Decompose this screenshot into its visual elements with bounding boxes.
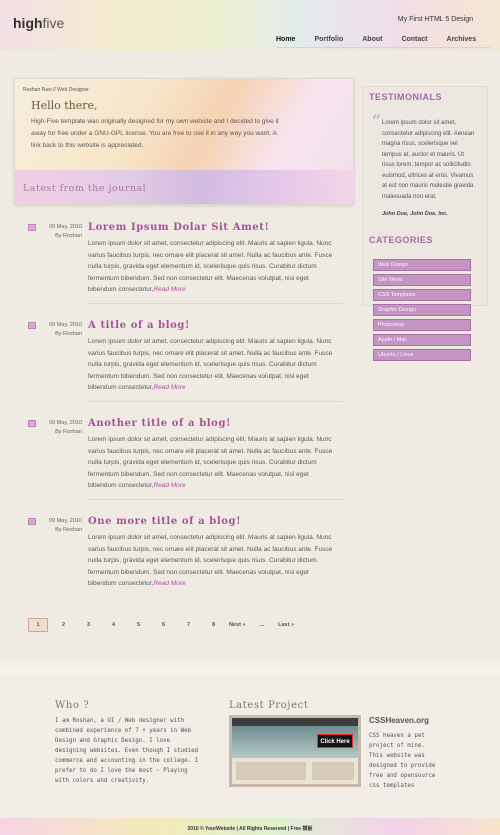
page-ellipsis: ... bbox=[259, 622, 265, 628]
project-name[interactable]: CSSHeaven.org bbox=[369, 716, 429, 725]
logo-light-text: five bbox=[42, 15, 65, 31]
category-link[interactable]: Apple / Mac bbox=[373, 334, 471, 346]
categories-heading: CATEGORIES bbox=[369, 235, 433, 245]
thumbnail-click-button: Click Here bbox=[317, 734, 353, 748]
nav-archives[interactable]: Archives bbox=[447, 36, 477, 43]
footer-wave-decoration bbox=[0, 656, 500, 682]
read-more-link[interactable]: Read More bbox=[153, 384, 185, 391]
post-title[interactable]: Another title of a blog! bbox=[88, 418, 231, 429]
nav-home[interactable]: Home bbox=[276, 36, 295, 43]
main-nav: Home Portfolio About Contact Archives bbox=[276, 36, 495, 43]
post-body-text: Lorem ipsum dolor sit amet, consectetur … bbox=[88, 338, 333, 392]
post-divider bbox=[88, 401, 343, 402]
page-link[interactable]: 8 bbox=[204, 622, 223, 628]
page-last[interactable]: Last » bbox=[278, 622, 294, 628]
post-divider bbox=[88, 499, 343, 500]
post-body-text: Lorem ipsum dolor sit amet, consectetur … bbox=[88, 240, 333, 294]
read-more-link[interactable]: Read More bbox=[153, 286, 185, 293]
post-author: By Roshan bbox=[55, 527, 82, 533]
thumbnail-content-block bbox=[312, 762, 354, 780]
post-divider bbox=[88, 303, 343, 304]
post-title[interactable]: Lorem Ipsum Dolar Sit Amet! bbox=[88, 222, 269, 233]
category-link[interactable]: Graphic Design bbox=[373, 304, 471, 316]
page-link[interactable]: 2 bbox=[54, 622, 73, 628]
who-heading: Who ? bbox=[55, 700, 90, 711]
page-current[interactable]: 1 bbox=[28, 618, 48, 632]
copyright: 2010 © YourWebsite | All Rights Reserved… bbox=[187, 826, 313, 832]
post-date: 09 May, 2010 bbox=[49, 322, 82, 328]
who-text: I am Roshan, a UI / Web designer with co… bbox=[55, 718, 199, 784]
post-body-text: Lorem ipsum dolor sit amet, consectetur … bbox=[88, 534, 333, 588]
post-excerpt: Lorem ipsum dolor sit amet, consectetur … bbox=[88, 238, 338, 296]
hero-banner: Roshan Ravi // Web Designer Hello there,… bbox=[14, 78, 355, 205]
site-header: highfive My First HTML 5 Design Home Por… bbox=[0, 0, 500, 50]
testimonials-heading: TESTIMONIALS bbox=[369, 92, 442, 102]
category-link[interactable]: Photoshop bbox=[373, 319, 471, 331]
post-excerpt: Lorem ipsum dolor sit amet, consectetur … bbox=[88, 532, 338, 590]
post-body-text: Lorem ipsum dolor sit amet, consectetur … bbox=[88, 436, 333, 490]
thumbnail-content-block bbox=[236, 762, 306, 780]
testimonial-author: John Doe, John Doe, Inc. bbox=[382, 211, 448, 217]
post-date: 09 May, 2010 bbox=[49, 518, 82, 524]
page-link[interactable]: 3 bbox=[79, 622, 98, 628]
latest-project-heading: Latest Project bbox=[229, 700, 309, 711]
page-link[interactable]: 4 bbox=[104, 622, 123, 628]
testimonial-text: Lorem ipsum dolor sit amet, consectetur … bbox=[382, 120, 475, 200]
category-link[interactable]: Web Design bbox=[373, 259, 471, 271]
project-description: CSS heaven a pet project of mine. This w… bbox=[369, 733, 436, 789]
hero-role: Roshan Ravi // Web Designer bbox=[23, 87, 89, 93]
hero-text: High-Five template was originally design… bbox=[31, 118, 279, 149]
page-link[interactable]: 6 bbox=[154, 622, 173, 628]
journal-heading: Latest from the journal bbox=[23, 183, 147, 194]
hero-greeting: Hello there, bbox=[31, 99, 98, 112]
post-title[interactable]: One more title of a blog! bbox=[88, 516, 241, 527]
nav-divider bbox=[276, 47, 490, 48]
tagline: My First HTML 5 Design bbox=[397, 16, 473, 23]
post-excerpt: Lorem ipsum dolor sit amet, consectetur … bbox=[88, 434, 338, 492]
post-title[interactable]: A title of a blog! bbox=[88, 320, 190, 331]
post-date: 09 May, 2010 bbox=[49, 420, 82, 426]
nav-contact[interactable]: Contact bbox=[401, 36, 427, 43]
post-author: By Roshan bbox=[55, 233, 82, 239]
project-thumbnail[interactable]: Click Here bbox=[229, 715, 361, 787]
post-icon bbox=[28, 518, 36, 525]
post-excerpt: Lorem ipsum dolor sit amet, consectetur … bbox=[88, 336, 338, 394]
pagination: 1 2 3 4 5 6 7 8 Next » ... Last » bbox=[28, 618, 308, 632]
post-date: 09 May, 2010 bbox=[49, 224, 82, 230]
nav-about[interactable]: About bbox=[362, 36, 382, 43]
category-link[interactable]: CSS Templates bbox=[373, 289, 471, 301]
page-link[interactable]: 7 bbox=[179, 622, 198, 628]
thumbnail-topbar bbox=[232, 718, 358, 726]
page: highfive My First HTML 5 Design Home Por… bbox=[0, 0, 500, 835]
nav-portfolio[interactable]: Portfolio bbox=[314, 36, 343, 43]
category-link[interactable]: Ubuntu / Linux bbox=[373, 349, 471, 361]
logo[interactable]: highfive bbox=[13, 15, 64, 31]
post-icon bbox=[28, 420, 36, 427]
post-icon bbox=[28, 224, 36, 231]
post-author: By Roshan bbox=[55, 429, 82, 435]
read-more-link[interactable]: Read More bbox=[153, 482, 185, 489]
logo-bold-text: high bbox=[13, 15, 43, 31]
read-more-link[interactable]: Read More bbox=[153, 580, 185, 587]
page-next[interactable]: Next » bbox=[229, 622, 246, 628]
post-icon bbox=[28, 322, 36, 329]
post-author: By Roshan bbox=[55, 331, 82, 337]
category-link[interactable]: Site News bbox=[373, 274, 471, 286]
page-link[interactable]: 5 bbox=[129, 622, 148, 628]
quote-icon: “ bbox=[372, 111, 382, 130]
category-list: Web Design Site News CSS Templates Graph… bbox=[373, 259, 471, 364]
